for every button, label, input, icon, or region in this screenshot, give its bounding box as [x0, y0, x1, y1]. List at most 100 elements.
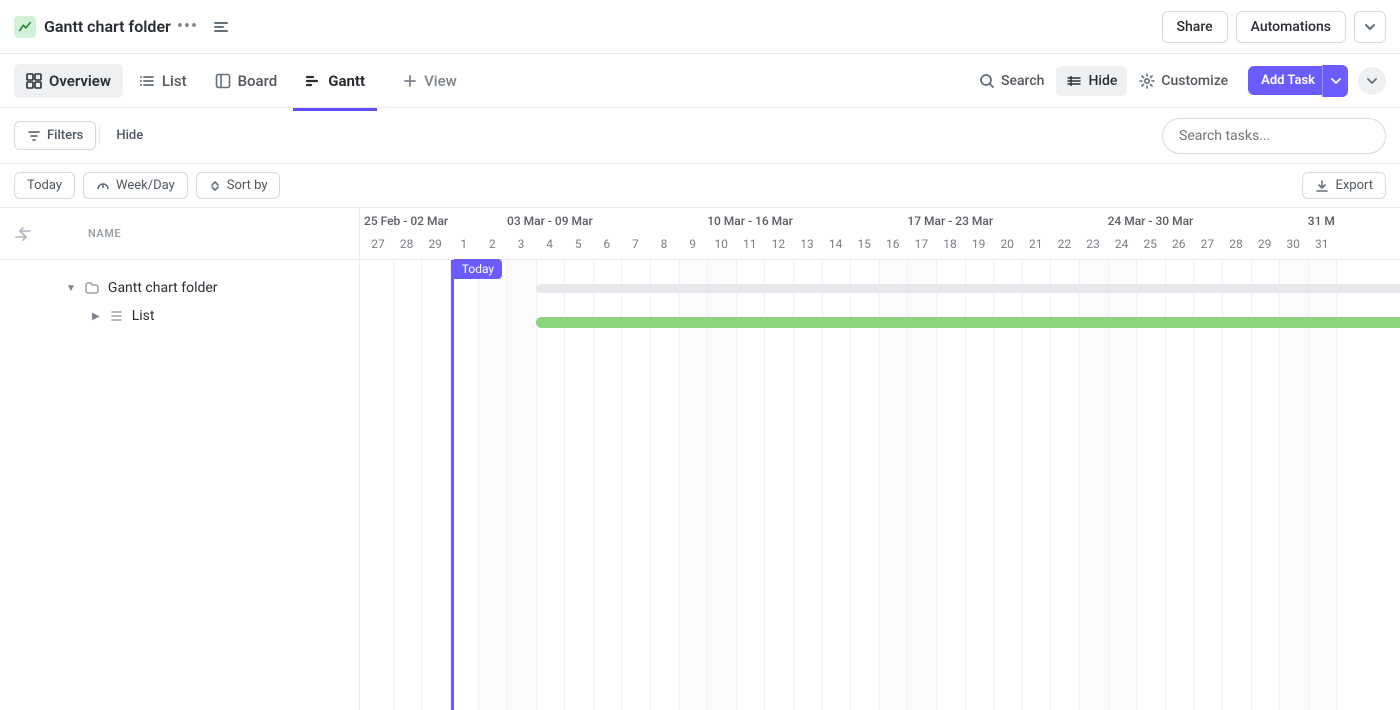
- day-label: 5: [564, 237, 592, 251]
- search-button[interactable]: Search: [969, 66, 1054, 96]
- day-label: 18: [936, 237, 964, 251]
- tree-folder-label: Gantt chart folder: [108, 280, 218, 296]
- hide-label: Hide: [1088, 73, 1117, 89]
- day-label: 23: [1079, 237, 1107, 251]
- day-label: 29: [421, 237, 449, 251]
- day-label: 3: [507, 237, 535, 251]
- day-label: 2: [478, 237, 506, 251]
- side-tree: ▼ Gantt chart folder ▶ List: [0, 260, 359, 710]
- grid-icon: [26, 73, 42, 89]
- list-icon: [139, 73, 155, 89]
- day-label: 24: [1108, 237, 1136, 251]
- hide-icon: [1066, 73, 1082, 89]
- timeline-header: 25 Feb - 02 Mar03 Mar - 09 Mar10 Mar - 1…: [360, 208, 1400, 260]
- sort-icon: [209, 180, 221, 192]
- day-label: 6: [593, 237, 621, 251]
- day-label: 29: [1251, 237, 1279, 251]
- chevron-down-icon: [1364, 21, 1376, 33]
- tab-list[interactable]: List: [127, 64, 199, 98]
- day-label: 4: [536, 237, 564, 251]
- share-button[interactable]: Share: [1162, 11, 1228, 43]
- day-label: 28: [1222, 237, 1250, 251]
- day-label: 11: [736, 237, 764, 251]
- tree-list-row[interactable]: ▶ List: [0, 302, 359, 330]
- day-label: 27: [1193, 237, 1221, 251]
- week-label: 31 M: [1308, 214, 1335, 228]
- add-view-label: View: [424, 72, 457, 90]
- add-task-button[interactable]: Add Task: [1248, 66, 1328, 95]
- chevron-down-icon: [1331, 76, 1341, 86]
- back-arrow-icon[interactable]: [14, 227, 32, 241]
- caret-right-icon: ▶: [92, 311, 100, 322]
- sort-button[interactable]: Sort by: [196, 172, 281, 199]
- day-label: 13: [793, 237, 821, 251]
- gantt-area: NAME ▼ Gantt chart folder ▶ List + 25 Fe…: [0, 208, 1400, 710]
- views-row: Overview List Board Gantt View Search Hi…: [0, 54, 1400, 108]
- options-caret[interactable]: [1358, 67, 1386, 95]
- gantt-timeline[interactable]: + 25 Feb - 02 Mar03 Mar - 09 Mar10 Mar -…: [360, 208, 1400, 710]
- day-label: 19: [965, 237, 993, 251]
- folder-title: Gantt chart folder: [44, 17, 171, 36]
- header-caret-button[interactable]: [1354, 11, 1386, 43]
- gantt-bar-folder[interactable]: [536, 284, 1400, 293]
- search-tasks-input[interactable]: [1162, 118, 1386, 154]
- add-view-button[interactable]: View: [391, 64, 469, 98]
- day-label: 10: [707, 237, 735, 251]
- gantt-side-column: NAME ▼ Gantt chart folder ▶ List: [0, 208, 360, 710]
- zoom-label: Week/Day: [116, 178, 175, 193]
- today-line: Today: [451, 260, 454, 710]
- day-label: 21: [1022, 237, 1050, 251]
- filters-button[interactable]: Filters: [14, 121, 96, 150]
- add-task-label: Add Task: [1261, 73, 1315, 88]
- day-label: 30: [1279, 237, 1307, 251]
- tab-board[interactable]: Board: [203, 64, 290, 98]
- more-menu-icon[interactable]: •••: [171, 12, 204, 41]
- export-button[interactable]: Export: [1302, 172, 1386, 199]
- folder-chart-icon: [14, 16, 36, 38]
- export-label: Export: [1335, 178, 1373, 193]
- tab-overview[interactable]: Overview: [14, 64, 123, 98]
- day-label: 22: [1050, 237, 1078, 251]
- gantt-bar-list[interactable]: [536, 317, 1400, 328]
- tab-gantt[interactable]: Gantt: [293, 64, 377, 98]
- customize-button[interactable]: Customize: [1129, 66, 1238, 96]
- day-label: 7: [621, 237, 649, 251]
- add-task-caret[interactable]: [1322, 65, 1348, 97]
- app-header: Gantt chart folder ••• Share Automations: [0, 0, 1400, 54]
- day-label: 27: [364, 237, 392, 251]
- download-icon: [1315, 179, 1329, 193]
- week-label: 03 Mar - 09 Mar: [507, 214, 593, 228]
- collapse-icon[interactable]: [212, 18, 230, 36]
- today-button[interactable]: Today: [14, 172, 75, 199]
- timeline-body[interactable]: Today: [360, 260, 1400, 710]
- automations-label: Automations: [1251, 19, 1331, 35]
- plus-icon: [403, 74, 417, 88]
- hide-filter-button[interactable]: Hide: [104, 122, 155, 149]
- gear-icon: [1139, 73, 1155, 89]
- filters-label: Filters: [47, 128, 83, 143]
- folder-outline-icon: [84, 280, 100, 296]
- hide-filter-label: Hide: [116, 128, 143, 143]
- search-label: Search: [1001, 73, 1044, 89]
- tree-list-label: List: [132, 308, 155, 324]
- list-outline-icon: [108, 308, 124, 324]
- zoom-button[interactable]: Week/Day: [83, 172, 188, 199]
- filters-row: Filters Hide: [0, 108, 1400, 164]
- day-label: 16: [879, 237, 907, 251]
- caret-down-icon: ▼: [66, 283, 76, 294]
- tree-folder-row[interactable]: ▼ Gantt chart folder: [0, 274, 359, 302]
- tab-gantt-label: Gantt: [328, 72, 365, 90]
- day-label: 28: [393, 237, 421, 251]
- day-label: 15: [850, 237, 878, 251]
- controls-row: Today Week/Day Sort by Export: [0, 164, 1400, 208]
- hide-button[interactable]: Hide: [1056, 66, 1127, 96]
- breadcrumb[interactable]: Gantt chart folder: [14, 16, 171, 38]
- week-label: 10 Mar - 16 Mar: [707, 214, 793, 228]
- tab-board-label: Board: [238, 72, 278, 90]
- filter-icon: [27, 129, 41, 143]
- day-label: 12: [764, 237, 792, 251]
- automations-button[interactable]: Automations: [1236, 11, 1346, 43]
- name-column-header: NAME: [88, 227, 121, 240]
- day-label: 14: [822, 237, 850, 251]
- day-label: 9: [679, 237, 707, 251]
